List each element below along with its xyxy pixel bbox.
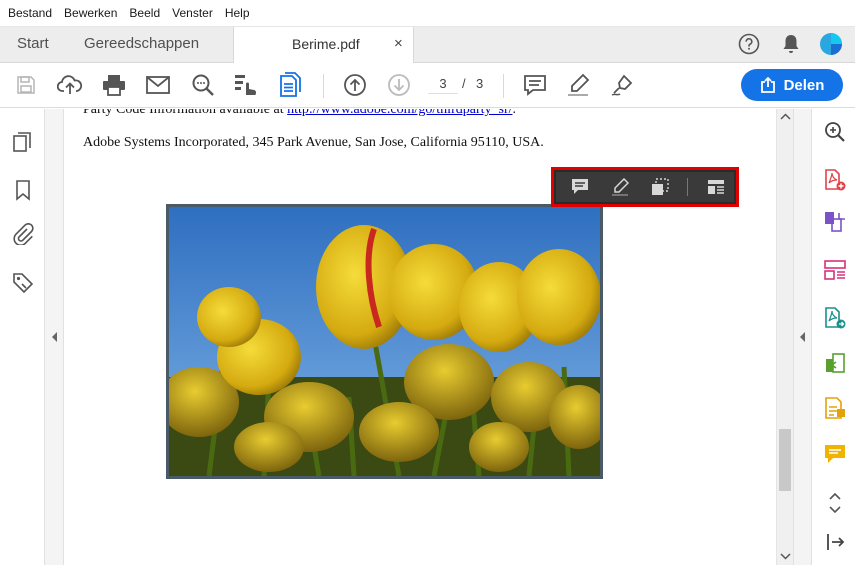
zoom-icon[interactable] [824,121,846,143]
crop-icon[interactable] [650,177,670,197]
collapse-left-icon [52,332,57,342]
tulip-picture [169,207,600,476]
left-navigation-panel [0,109,45,565]
layout-icon[interactable] [706,177,726,197]
redact-hand-icon[interactable] [232,72,260,98]
fill-sign-icon[interactable] [824,397,846,419]
document-pages-icon[interactable] [277,71,303,99]
highlight-icon[interactable] [610,177,630,197]
toolbar-divider [323,74,324,98]
image-context-toolbar [551,167,739,207]
tab-document[interactable]: Berime.pdf × [233,27,414,64]
comment-icon[interactable] [522,72,548,98]
vertical-scrollbar[interactable] [776,109,793,565]
search-icon[interactable] [190,72,216,98]
page-total: 3 [476,76,484,91]
right-panel-collapse[interactable] [793,109,811,565]
comment-icon[interactable] [570,177,590,197]
menu-bar: Bestand Bewerken Beeld Venster Help [0,0,855,27]
menu-bestand[interactable]: Bestand [2,0,58,27]
previous-page-icon[interactable] [342,72,368,98]
tab-start[interactable]: Start [17,27,49,63]
share-button-label: Delen [783,76,825,94]
left-panel-collapse[interactable] [45,109,64,565]
scrollbar-thumb[interactable] [779,429,791,491]
page-separator: / [462,76,466,91]
image-context-toolbar-body [556,172,734,202]
menu-beeld[interactable]: Beeld [123,0,166,27]
help-icon[interactable] [737,32,761,56]
page-thumbnails-icon[interactable] [12,131,34,153]
right-tools-panel [811,109,855,565]
create-pdf-icon[interactable] [824,169,846,191]
tulip-image[interactable] [166,204,603,479]
tag-icon[interactable] [12,272,34,294]
organize-pages-icon[interactable] [824,259,846,281]
doc-text-prefix: Party Code Information available at [83,109,288,117]
collapse-panel-icon[interactable] [824,531,846,553]
doc-text-line-1: Party Code Information available at http… [83,109,516,118]
print-icon[interactable] [101,72,127,98]
attachment-icon[interactable] [12,222,34,246]
toolbar-divider [503,74,504,98]
account-avatar-icon[interactable] [818,31,844,57]
doc-link[interactable]: http://www.adobe.com/go/thirdparty_sr/ [287,109,512,117]
doc-text-line-2: Adobe Systems Incorporated, 345 Park Ave… [83,135,544,150]
combine-files-icon[interactable] [824,211,846,233]
next-page-icon[interactable] [386,72,412,98]
comment-tool-icon[interactable] [824,443,846,465]
main-toolbar: 3 / 3 Delen [0,63,855,108]
tab-bar: Start Gereedschappen Berime.pdf × [0,27,855,64]
save-icon[interactable] [14,73,38,97]
share-icon [760,77,775,93]
export-pdf-icon[interactable] [824,307,846,329]
tab-document-label: Berime.pdf [292,36,360,52]
bookmark-icon[interactable] [12,179,34,201]
menu-help[interactable]: Help [219,0,256,27]
highlight-pen-icon[interactable] [565,72,591,98]
email-icon[interactable] [145,72,171,98]
notification-bell-icon[interactable] [779,32,803,56]
expand-tools-icon[interactable] [824,491,846,517]
share-button[interactable]: Delen [741,69,843,101]
close-tab-icon[interactable]: × [394,27,403,61]
page-number-input[interactable]: 3 [428,76,458,94]
float-toolbar-divider [687,178,688,196]
cloud-upload-icon[interactable] [57,72,83,98]
sign-icon[interactable] [609,72,635,98]
edit-pdf-icon[interactable] [824,352,846,374]
scroll-down-icon[interactable] [777,551,794,561]
menu-bewerken[interactable]: Bewerken [58,0,123,27]
doc-text-suffix: . [512,109,517,117]
collapse-right-icon [800,332,805,342]
scroll-up-icon[interactable] [777,112,794,122]
menu-venster[interactable]: Venster [166,0,219,27]
tab-tools[interactable]: Gereedschappen [84,27,199,63]
